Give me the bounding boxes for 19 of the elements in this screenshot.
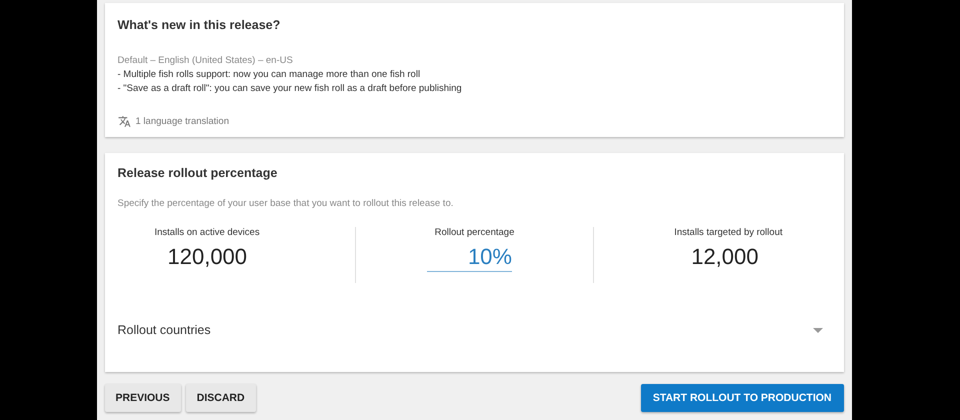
countries-dropdown[interactable]: Rollout countries xyxy=(118,323,830,337)
caret-icon xyxy=(812,328,822,332)
rollout-description: Specify the percentage of your user base that you want to rollout this release to. xyxy=(118,198,454,209)
stat-label: Rollout percentage xyxy=(434,227,514,238)
release-note: - Multiple fish rolls support: now you can manage more than one fish roll xyxy=(118,69,422,80)
translate-icon xyxy=(118,115,130,128)
action-button[interactable]: DISCARD xyxy=(186,384,256,412)
language-label: Default – English (United States) – en-US xyxy=(118,55,294,66)
percentage-field[interactable]: 10% xyxy=(426,244,512,272)
translation-count: 1 language translation xyxy=(136,116,229,127)
primary-button[interactable]: START ROLLOUT TO PRODUCTION xyxy=(640,384,844,412)
release-note: - "Save as a draft roll": you can save your new fish roll as a draft before publishing xyxy=(118,83,463,94)
card-title: Release rollout percentage xyxy=(118,166,278,180)
stat-value: 12,000 xyxy=(690,244,760,270)
stat-label: Installs on active devices xyxy=(154,227,260,238)
stat-label: Installs targeted by rollout xyxy=(674,227,782,238)
stat-value: 120,000 xyxy=(166,244,248,270)
action-button[interactable]: PREVIOUS xyxy=(104,384,181,412)
card-title: What's new in this release? xyxy=(118,18,282,32)
